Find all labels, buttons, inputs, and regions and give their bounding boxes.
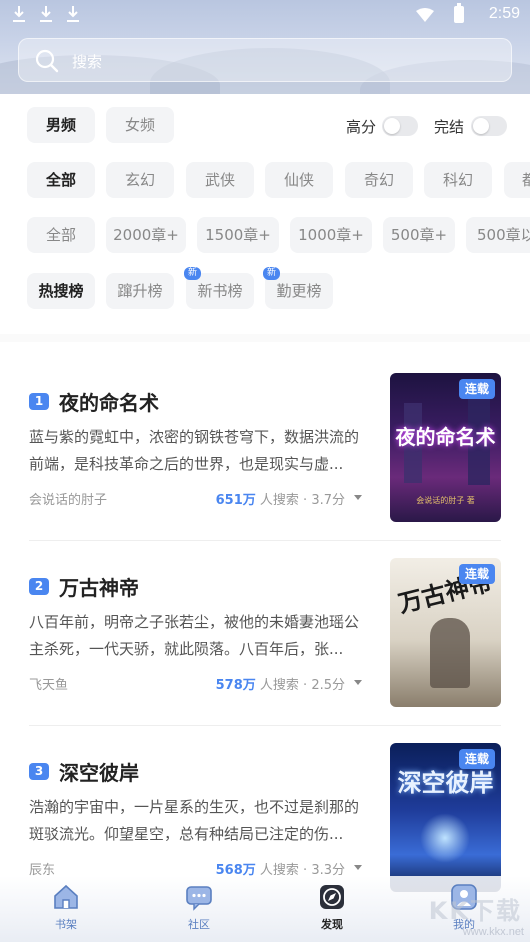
- search-count: 578万: [215, 678, 256, 693]
- book-cover[interactable]: 夜的命名术 会说话的肘子 著 连载: [390, 373, 501, 522]
- book-description: 浩瀚的宇宙中，一片星系的生灭，也不过是刹那的斑驳流光。仰望星空，总有种结局已注定…: [29, 798, 360, 843]
- book-description: 八百年前，明帝之子张若尘，被他的未婚妻池瑶公主杀死，一代天骄，就此陨落。八百年后…: [29, 613, 360, 658]
- category-dushi[interactable]: 都: [504, 162, 530, 198]
- category-qihuan[interactable]: 奇幻: [345, 162, 413, 198]
- book-author[interactable]: 会说话的肘子: [29, 489, 107, 508]
- book-title[interactable]: 深空彼岸: [59, 757, 139, 786]
- search-icon: [35, 49, 59, 73]
- dropdown-icon[interactable]: [354, 495, 362, 500]
- dropdown-icon[interactable]: [354, 865, 362, 870]
- toggle-label-high-score: 高分: [346, 118, 377, 136]
- nav-community[interactable]: 社区: [169, 882, 229, 938]
- book-stats: 578万 人搜索 · 2.5分: [216, 674, 345, 693]
- chapters-1500[interactable]: 1500章+: [197, 217, 279, 253]
- rank-hot-search[interactable]: 热搜榜: [27, 273, 95, 309]
- cover-title: 深空彼岸: [397, 768, 494, 797]
- chapters-2000[interactable]: 2000章+: [106, 217, 186, 253]
- high-score-toggle[interactable]: [382, 116, 418, 136]
- search-bar[interactable]: 搜索: [18, 38, 512, 82]
- category-all[interactable]: 全部: [27, 162, 95, 198]
- watermark-url: www.kkx.net: [462, 926, 524, 938]
- download-icon: [39, 5, 53, 23]
- toggle-label-completed: 完结: [434, 118, 465, 136]
- search-count: 651万: [215, 493, 256, 508]
- rank-frequent-update-label: 勤更榜: [276, 282, 322, 300]
- divider: [29, 540, 501, 541]
- search-placeholder: 搜索: [72, 53, 103, 71]
- divider: [29, 725, 501, 726]
- cover-figure: [430, 618, 470, 688]
- book-cover[interactable]: 深空彼岸 连载: [390, 743, 501, 892]
- book-cover[interactable]: 万古神帝 连载: [390, 558, 501, 707]
- chapters-all[interactable]: 全部: [27, 217, 95, 253]
- stats-suffix: 人搜索 · 3.7分: [259, 493, 345, 508]
- rank-new-books[interactable]: 新书榜 新: [184, 267, 254, 309]
- book-title[interactable]: 夜的命名术: [59, 387, 159, 416]
- battery-icon: [454, 3, 464, 23]
- new-badge: 新: [263, 267, 281, 280]
- nav-bookshelf[interactable]: 书架: [36, 882, 96, 938]
- chat-icon: [186, 886, 212, 911]
- home-icon: [54, 884, 78, 909]
- chapters-500[interactable]: 500章+: [383, 217, 455, 253]
- completed-toggle[interactable]: [471, 116, 507, 136]
- list-item[interactable]: 2 万古神帝 八百年前，明帝之子张若尘，被他的未婚妻池瑶公主杀死，一代天骄，就此…: [0, 558, 530, 743]
- book-title[interactable]: 万古神帝: [59, 572, 139, 601]
- header: 2:59 搜索: [0, 0, 530, 94]
- stats-suffix: 人搜索 · 2.5分: [259, 678, 345, 693]
- filter-panel: 男频 女频 高分 完结 全部 玄幻 武侠 仙侠 奇幻 科幻 都 全部 2000章…: [0, 94, 530, 334]
- rank-badge: 1: [29, 393, 49, 410]
- category-xuanhuan[interactable]: 玄幻: [106, 162, 174, 198]
- download-icon: [12, 5, 26, 23]
- rank-badge: 3: [29, 763, 49, 780]
- download-icon: [66, 5, 80, 23]
- rank-rising[interactable]: 蹿升榜: [106, 273, 174, 309]
- chapters-1000[interactable]: 1000章+: [290, 217, 372, 253]
- watermark-logo: KK下载: [428, 897, 522, 925]
- wifi-icon: [416, 7, 434, 22]
- section-divider: [0, 334, 530, 342]
- category-wuxia[interactable]: 武侠: [186, 162, 254, 198]
- nav-label: 书架: [55, 918, 77, 931]
- nav-label: 社区: [188, 918, 210, 931]
- category-xianxia[interactable]: 仙侠: [265, 162, 333, 198]
- rank-frequent-update[interactable]: 勤更榜 新: [263, 267, 333, 309]
- cover-author: 会说话的肘子 著: [416, 496, 475, 505]
- book-description: 蓝与紫的霓虹中，浓密的钢铁苍穹下，数据洪流的前端，是科技革命之后的世界，也是现实…: [29, 428, 360, 473]
- cover-glow: [420, 813, 470, 863]
- compass-icon: [320, 885, 344, 909]
- status-bar: 2:59: [0, 0, 530, 30]
- bottom-navigation: 书架 社区 发现 我的 KK下载 www.kkx.net: [0, 876, 530, 942]
- book-author[interactable]: 飞天鱼: [29, 674, 68, 693]
- rank-badge: 2: [29, 578, 49, 595]
- list-item[interactable]: 1 夜的命名术 蓝与紫的霓虹中，浓密的钢铁苍穹下，数据洪流的前端，是科技革命之后…: [0, 373, 530, 558]
- tab-female[interactable]: 女频: [106, 107, 174, 143]
- status-badge: 连载: [458, 379, 495, 399]
- category-kehuan[interactable]: 科幻: [424, 162, 492, 198]
- nav-discover[interactable]: 发现: [302, 882, 362, 938]
- rank-new-books-label: 新书榜: [197, 282, 243, 300]
- nav-label: 发现: [321, 918, 343, 931]
- chapters-under-500[interactable]: 500章以: [466, 217, 530, 253]
- new-badge: 新: [184, 267, 202, 280]
- status-badge: 连载: [458, 749, 495, 769]
- cover-title: 夜的命名术: [395, 425, 496, 449]
- status-time: 2:59: [488, 5, 520, 22]
- dropdown-icon[interactable]: [354, 680, 362, 685]
- book-stats: 651万 人搜索 · 3.7分: [216, 489, 345, 508]
- tab-male[interactable]: 男频: [27, 107, 95, 143]
- status-badge: 连载: [458, 564, 495, 584]
